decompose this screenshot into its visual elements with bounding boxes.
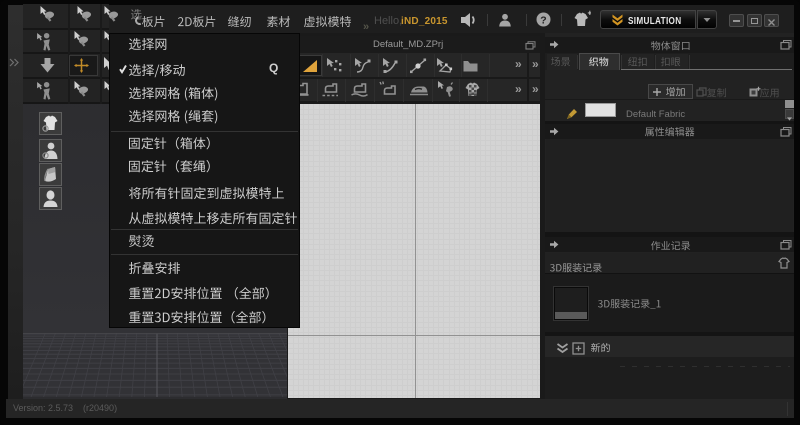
svg-text:?: ? xyxy=(540,15,546,27)
svg-text:+: + xyxy=(588,10,592,18)
